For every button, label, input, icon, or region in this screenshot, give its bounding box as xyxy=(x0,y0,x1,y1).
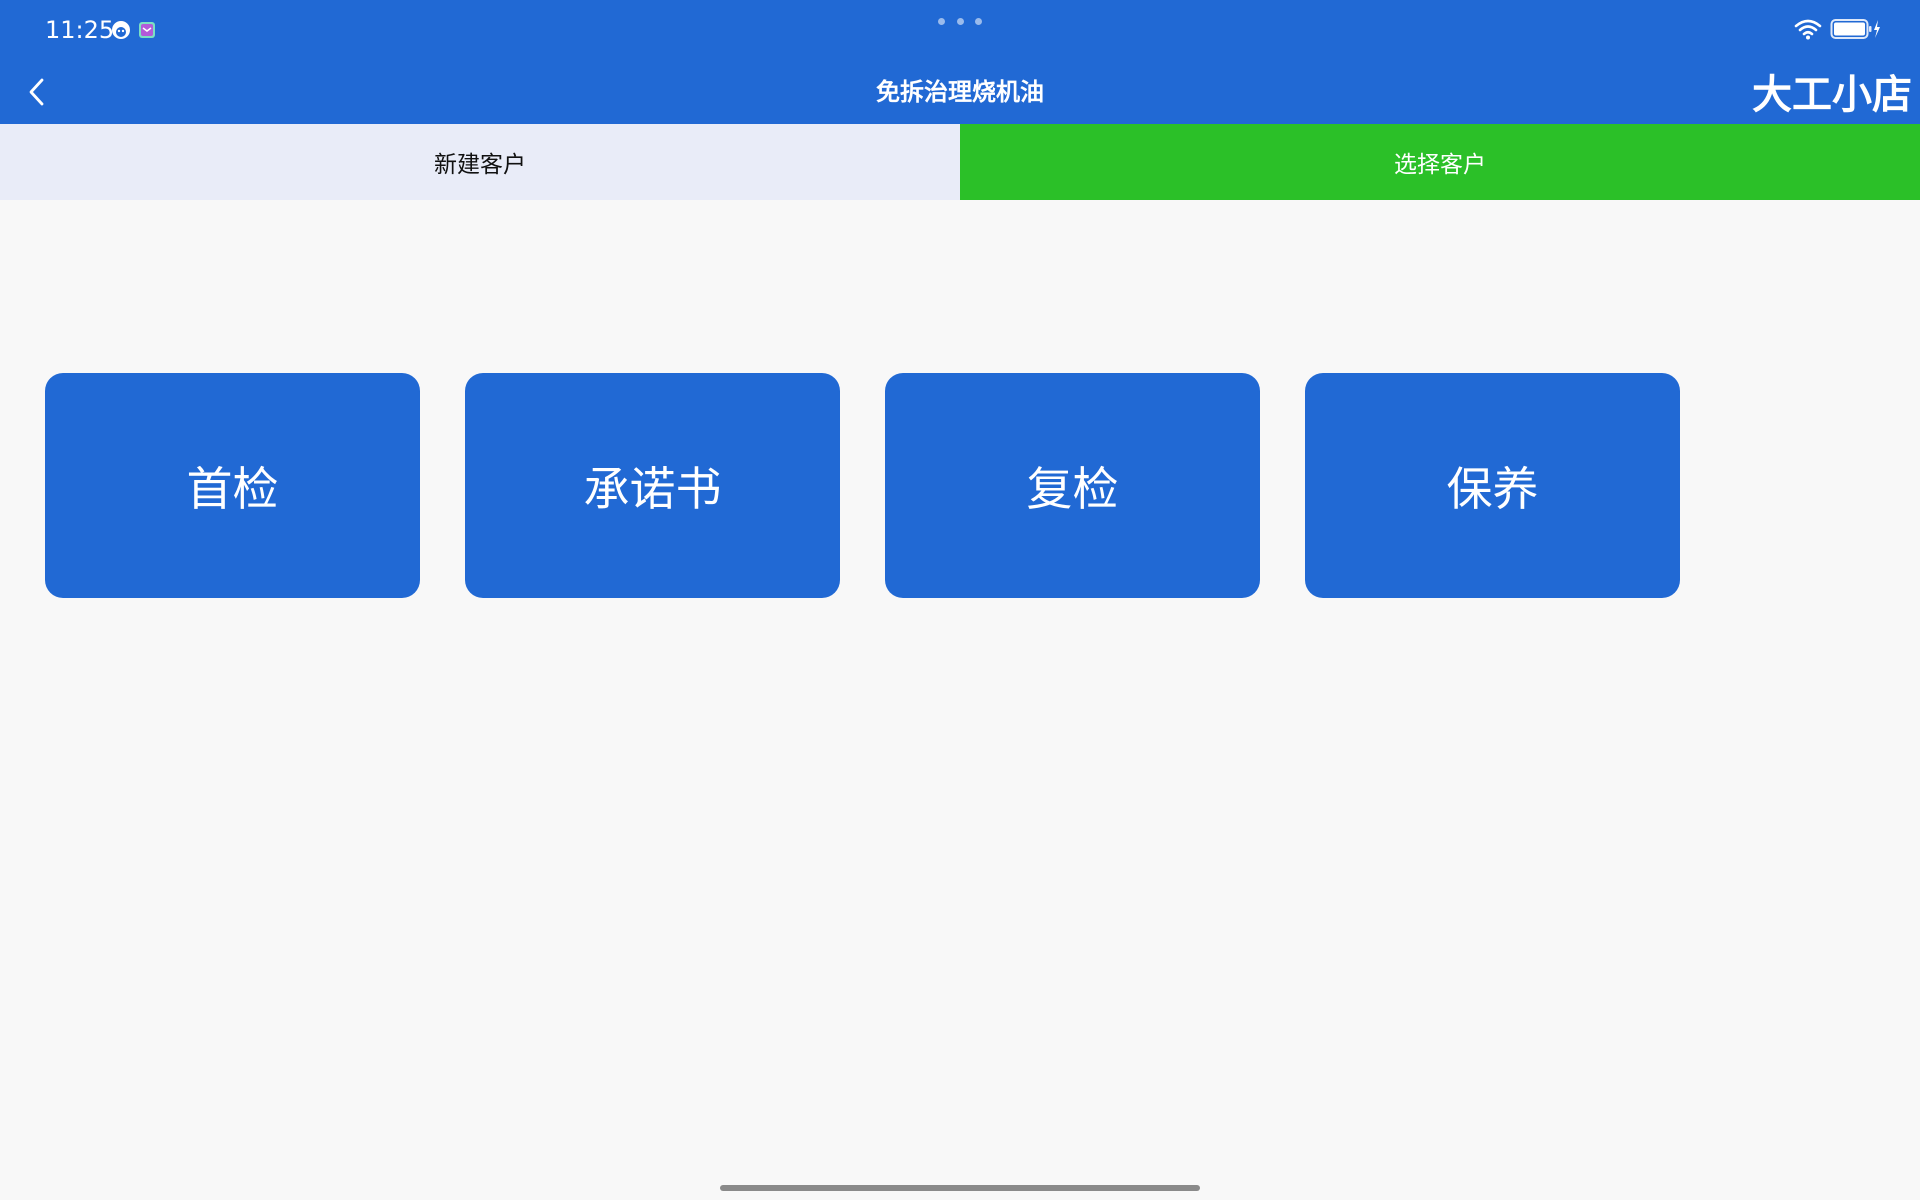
multitask-dots-icon[interactable] xyxy=(938,18,982,26)
mail-notification-icon xyxy=(139,22,155,38)
app-screen: 11:25 免拆治理烧机油 大工小店 新建客户 选择客户 首检 承诺书 复检 保… xyxy=(0,0,1920,1200)
first-inspection-button[interactable]: 首检 xyxy=(45,373,420,598)
wifi-icon xyxy=(1794,19,1822,40)
chevron-left-icon xyxy=(29,78,44,106)
status-app-icons xyxy=(110,18,156,42)
re-inspection-button[interactable]: 复检 xyxy=(885,373,1260,598)
status-right xyxy=(1794,16,1882,42)
app-header: 11:25 免拆治理烧机油 大工小店 xyxy=(0,0,1920,124)
page-title: 免拆治理烧机油 xyxy=(876,78,1044,106)
action-buttons: 首检 承诺书 复检 保养 xyxy=(45,373,1680,598)
app-notification-icon xyxy=(112,21,130,39)
customer-tabbar: 新建客户 选择客户 xyxy=(0,124,1920,200)
home-indicator[interactable] xyxy=(720,1185,1200,1191)
battery-charging-icon xyxy=(1830,19,1880,39)
shop-name: 大工小店 xyxy=(1752,72,1912,118)
back-button[interactable] xyxy=(14,70,58,114)
commitment-letter-button[interactable]: 承诺书 xyxy=(465,373,840,598)
tab-new-customer[interactable]: 新建客户 xyxy=(0,124,960,200)
status-time: 11:25 xyxy=(45,16,115,44)
tab-select-customer[interactable]: 选择客户 xyxy=(960,124,1920,200)
maintenance-button[interactable]: 保养 xyxy=(1305,373,1680,598)
